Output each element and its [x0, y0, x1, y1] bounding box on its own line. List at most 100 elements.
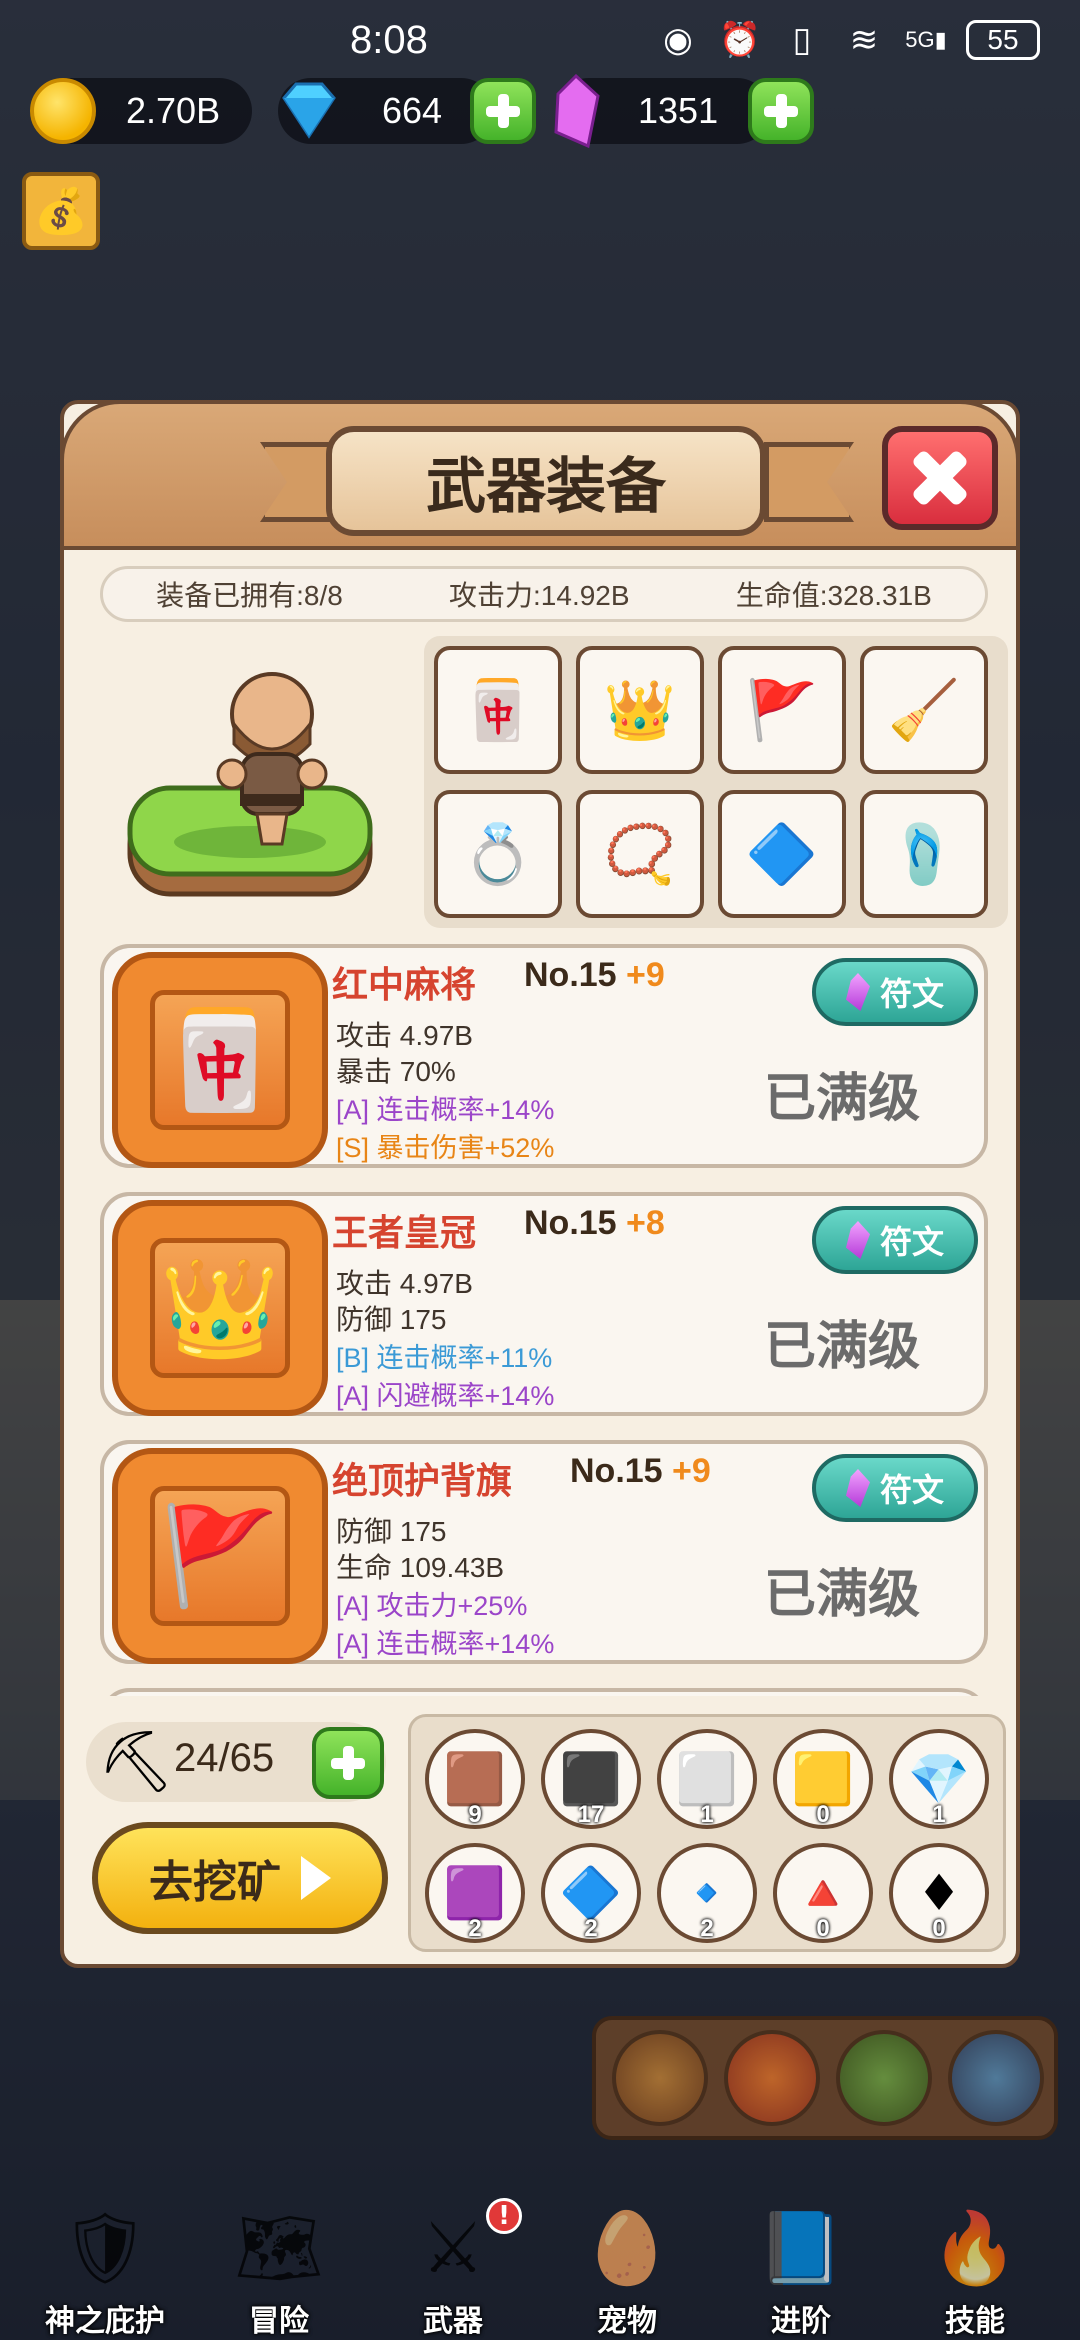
crown-icon: 👑 — [160, 1251, 280, 1364]
item-affix-2: [S] 暴击伤害+52% — [336, 1133, 555, 1163]
water-skill-icon[interactable] — [948, 2030, 1044, 2126]
nav-weapon[interactable]: ⚔ 武器 ! — [378, 2198, 528, 2340]
slot-ring[interactable]: 💍 — [434, 790, 562, 918]
sapphire-icon[interactable]: 🔷 2 — [541, 1843, 641, 1943]
nav-skills[interactable]: 🔥 技能 — [900, 2200, 1050, 2340]
pickaxe-icon: ⛏ — [98, 1727, 175, 1797]
item-name: 绝顶护背旗 — [332, 1461, 513, 1502]
equipment-list[interactable]: 🀄 红中麻将 No.15 +9 攻击 4.97B 暴击 70% [A] 连击概率… — [100, 944, 988, 1696]
nav-label: 宠物 — [597, 2304, 657, 2339]
mahjong-tiles-icon: 🀄 — [461, 675, 535, 744]
signal-icon: 5G ▮ — [905, 27, 947, 52]
banner-flags-icon: 🚩 — [745, 675, 819, 744]
slot-mahjong[interactable]: 🀄 — [434, 646, 562, 774]
map-scroll-icon: 🗺 — [234, 2206, 324, 2289]
notification-badge: ! — [486, 2198, 522, 2234]
ore-inventory: 🟫 9 ⬛ 17 ⬜ 1 🟨 0 💎 1 🟪 2 🔷 2 🔹 2 🔺 0 ♦ 0 — [408, 1714, 1006, 1952]
rune-button[interactable]: 符文 — [812, 1206, 978, 1274]
item-frame: 🚩 — [112, 1448, 328, 1664]
dark-ruby-icon[interactable]: ♦ 0 — [889, 1843, 989, 1943]
silver-ore-icon[interactable]: ⬜ 1 — [657, 1729, 757, 1829]
slot-amulet[interactable]: 📿 — [576, 790, 704, 918]
equipment-card[interactable]: 🀄 红中麻将 No.15 +9 攻击 4.97B 暴击 70% [A] 连击概率… — [100, 944, 988, 1168]
item-affix-1: [B] 连击概率+11% — [336, 1343, 553, 1373]
item-stat-2: 暴击 70% — [336, 1056, 456, 1087]
item-affix-1: [A] 连击概率+14% — [336, 1095, 555, 1125]
slot-broom[interactable]: 🧹 — [860, 646, 988, 774]
slot-banner[interactable]: 🚩 — [718, 646, 846, 774]
equipment-card[interactable]: 👑 王者皇冠 No.15 +8 攻击 4.97B 防御 175 [B] 连击概率… — [100, 1192, 988, 1416]
gold-amount: 2.70B — [126, 90, 221, 131]
go-mining-label: 去挖矿 — [149, 1857, 281, 1908]
purple-crystal-icon — [554, 74, 600, 148]
amulet-icon: 📿 — [603, 819, 677, 888]
nav-label: 进阶 — [771, 2304, 831, 2339]
rune-button[interactable]: 符文 — [812, 958, 978, 1026]
weapon-equipment-dialog: 武器装备 装备已拥有:8/8 攻击力:14.92B 生命值:328.31B 🀄 … — [60, 400, 1020, 1968]
battery-icon: 55 — [966, 20, 1040, 60]
nav-adventure[interactable]: 🗺 冒险 — [204, 2200, 354, 2340]
dialog-title: 武器装备 — [326, 426, 766, 536]
nav-label: 技能 — [945, 2304, 1005, 2339]
add-pickaxe-button[interactable] — [312, 1727, 384, 1799]
item-frame: 🀄 — [112, 952, 328, 1168]
sword-skill-icon[interactable] — [612, 2030, 708, 2126]
rune-gem-icon — [845, 973, 870, 1011]
item-affix-1: [A] 攻击力+25% — [336, 1591, 528, 1621]
bottom-nav: 🛡 神之庇护 🗺 冒险 ⚔ 武器 ! 🥚 宠物 📘 进阶 🔥 技能 — [0, 2160, 1080, 2340]
item-name: 红中麻将 — [332, 965, 477, 1006]
fire-icon: 🔥 — [931, 2206, 1019, 2289]
crown-icon: 👑 — [603, 675, 677, 744]
attack-power: 攻击力:14.92B — [449, 580, 630, 611]
item-stat-2: 生命 109.43B — [336, 1552, 505, 1583]
dark-crystal-icon[interactable]: 🔹 2 — [657, 1843, 757, 1943]
hero-character — [216, 672, 328, 846]
item-stat-1: 攻击 4.97B — [336, 1268, 473, 1299]
diamond-crystal-icon[interactable]: 💎 1 — [889, 1729, 989, 1829]
skill-bar — [592, 2016, 1058, 2140]
mahjong-tiles-icon: 🀄 — [160, 1003, 280, 1116]
amethyst-icon[interactable]: 🟪 2 — [425, 1843, 525, 1943]
max-level-label: 已满级 — [764, 1069, 921, 1129]
item-affix-2: [A] 连击概率+14% — [336, 1629, 555, 1659]
gold-bar-icon[interactable]: 🟨 0 — [773, 1729, 873, 1829]
owned-count: 装备已拥有:8/8 — [156, 580, 343, 611]
broom-icon: 🧹 — [887, 675, 961, 744]
book-icon: 📘 — [757, 2206, 845, 2289]
max-level-label: 已满级 — [764, 1565, 921, 1625]
item-stat-1: 防御 175 — [336, 1516, 447, 1547]
vine-ring-icon: 💍 — [461, 819, 535, 888]
equipment-card-partial[interactable] — [100, 1688, 988, 1696]
copper-ore-icon[interactable]: 🟫 9 — [425, 1729, 525, 1829]
fire-sword-skill-icon[interactable] — [724, 2030, 820, 2126]
nav-advance[interactable]: 📘 进阶 — [726, 2200, 876, 2340]
slot-gem[interactable]: 🔷 — [718, 790, 846, 918]
close-button[interactable] — [882, 426, 998, 530]
item-affix-2: [A] 闪避概率+14% — [336, 1381, 555, 1411]
loot-bag-icon[interactable]: 💰 — [22, 172, 100, 250]
coal-ore-icon[interactable]: ⬛ 17 — [541, 1729, 641, 1829]
heal-cross-skill-icon[interactable] — [836, 2030, 932, 2126]
add-diamond-button[interactable] — [470, 78, 536, 144]
play-arrow-icon — [301, 1856, 331, 1900]
rune-button[interactable]: 符文 — [812, 1454, 978, 1522]
go-mining-button[interactable]: 去挖矿 — [92, 1822, 388, 1934]
gem-stone-icon: 🔷 — [745, 819, 819, 888]
equipment-card[interactable]: 🚩 绝顶护背旗 No.15 +9 防御 175 生命 109.43B [A] 攻… — [100, 1440, 988, 1664]
nav-divine-protection[interactable]: 🛡 神之庇护 — [30, 2200, 180, 2340]
item-stat-1: 攻击 4.97B — [336, 1020, 473, 1051]
pickaxe-count: 24/65 — [174, 1736, 275, 1780]
nav-label: 冒险 — [249, 2304, 309, 2339]
health-value: 生命值:328.31B — [735, 580, 932, 611]
gold-coin-icon — [30, 78, 96, 144]
banner-flags-icon: 🚩 — [160, 1499, 280, 1612]
max-level-label: 已满级 — [764, 1317, 921, 1377]
slot-slipper[interactable]: 🩴 — [860, 790, 988, 918]
wifi-icon: ≋ — [849, 20, 879, 60]
nav-pet[interactable]: 🥚 宠物 — [552, 2200, 702, 2340]
ruby-cluster-icon[interactable]: 🔺 0 — [773, 1843, 873, 1943]
add-crystal-button[interactable] — [748, 78, 814, 144]
slot-crown[interactable]: 👑 — [576, 646, 704, 774]
nav-label: 武器 — [423, 2304, 483, 2339]
item-frame: 👑 — [112, 1200, 328, 1416]
